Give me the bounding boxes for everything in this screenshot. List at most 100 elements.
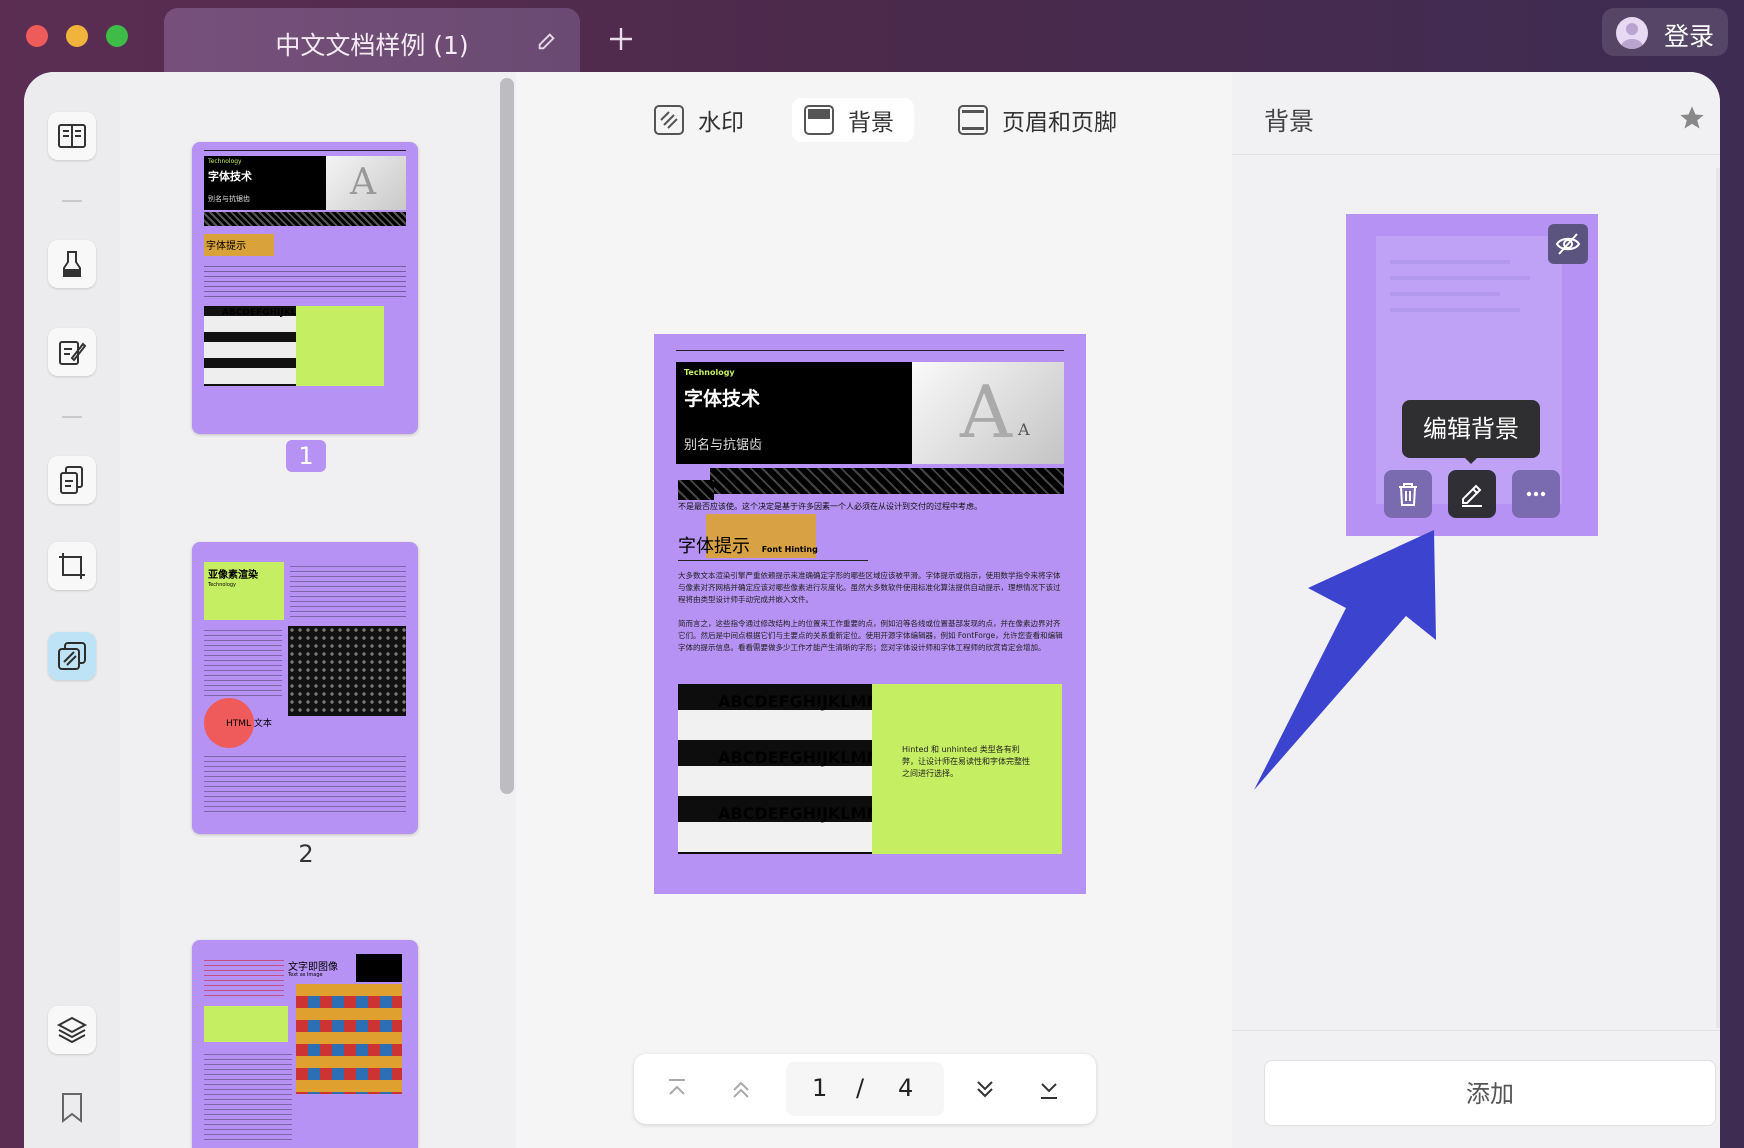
pages-icon [60,466,83,494]
page-paragraph-2: 简而言之，这些指令通过修改结构上的位置来工作重要的点，例如沿等各线或位置基部发现… [678,619,1063,652]
add-background-button[interactable]: 添加 [1264,1060,1716,1126]
thumbnail-page-1[interactable]: Technology 字体技术 别名与抗锯齿 A 字体提示 ABCDEFGHIJ… [192,142,418,434]
layers-stamp-icon [58,642,86,670]
minimize-window-button[interactable] [66,25,88,47]
page-rule [676,350,1064,351]
page-hint-title: 字体提示 Font Hinting [678,532,818,558]
next-page-icon[interactable] [970,1074,1000,1104]
tab-header-footer[interactable]: 页眉和页脚 [946,98,1130,142]
page-subtitle: 别名与抗锯齿 [684,438,763,453]
page-note-text: Hinted 和 unhinted 类型各有利弊，让设计师在易读性和字体完整性之… [902,745,1030,778]
new-tab-plus-icon[interactable] [606,24,636,54]
maximize-window-button[interactable] [106,25,128,47]
page-letter-image: A A [912,362,1064,464]
page-preview: Technology 字体技术 别名与抗锯齿 A A 不是最否应该使。这个决定是… [654,334,1086,894]
page-alphabet-row-3: ABCDEFGHIJKLMNO [718,804,872,823]
thumb3-letters-image [296,984,402,1094]
bookmark-icon[interactable] [60,1092,84,1124]
thumb-kicker: Technology [208,158,242,165]
panel-scrollbar[interactable] [1716,168,1720,1028]
more-options-button[interactable] [1512,470,1560,518]
thumb2-title: 亚像素渲染 [208,570,258,581]
crop-tool-button[interactable] [48,542,96,590]
tab-background[interactable]: 背景 [792,98,914,142]
thumb3-text-block [204,956,284,996]
page-alphabet-row-1: ABCDEFGHIJKLMNO [718,692,872,711]
thumbnail-page-2[interactable]: 亚像素渲染 Technology HTML 文本 [192,542,418,834]
page-paragraph-1: 大多数文本渲染引擎严重依赖提示来准确确定字形的哪些区域应该被平滑。字体提示或指示… [678,571,1061,604]
thumb-alphabet-image: ABCDEFGHIJKLMN [204,306,313,386]
delete-background-button[interactable] [1384,470,1432,518]
header-footer-icon [958,105,988,135]
thumb2-text-block [204,752,406,812]
page-title: 字体技术 [684,388,761,410]
thumb3-lime-box [204,1006,288,1042]
page-number-field[interactable]: 1 / 4 [786,1062,944,1116]
eye-slash-icon [1555,233,1581,255]
edit-background-button[interactable] [1448,470,1496,518]
document-view: 水印 背景 页眉和页脚 Technology 字体技术 别名与抗锯齿 A A 不… [516,72,1232,1148]
thumb2-text-block [290,562,406,620]
trash-icon [1399,483,1417,506]
page-lead-text: 不是最否应该使。这个决定是基于许多因素一个人必须在从设计到交付的过程中考虑。 [678,502,982,511]
page-hint-en: Font Hinting [761,545,818,554]
thumb2-circle-label: HTML 文本 [226,719,272,729]
thumb2-keyboard-image [288,626,406,716]
toolbar-divider [62,200,82,202]
thumb-letter-image: A [326,156,406,210]
page-pattern-block [678,480,714,500]
thumb3-kicker: Text as Image [288,972,323,978]
edit-document-icon [59,341,87,365]
thumb3-text-block [204,1050,292,1140]
hide-background-button[interactable] [1548,224,1588,264]
thumb-title: 字体技术 [208,170,252,183]
main-window: Technology 字体技术 别名与抗锯齿 A 字体提示 ABCDEFGHIJ… [24,72,1720,1148]
document-tab[interactable]: 中文文档样例 (1) [164,8,580,72]
current-page: 1 [812,1074,828,1102]
layers-button[interactable] [48,1006,96,1054]
user-avatar-icon [1616,17,1648,49]
tab-header-footer-label: 页眉和页脚 [1002,110,1117,136]
rename-pencil-icon[interactable] [536,30,558,52]
star-icon[interactable] [1678,104,1706,132]
page-separator: / [856,1074,865,1102]
highlight-tool-button[interactable] [48,240,96,288]
tab-background-label: 背景 [848,110,894,136]
page-alphabet-row-2: ABCDEFGHIJKLMNO [718,748,872,767]
thumb-hint-box: 字体提示 [204,234,274,256]
page-2-number[interactable]: 2 [286,840,326,868]
close-window-button[interactable] [26,25,48,47]
login-button[interactable]: 登录 [1602,8,1728,56]
toolbar-divider [62,416,82,418]
first-page-icon[interactable] [662,1074,692,1104]
tab-watermark[interactable]: 水印 [642,98,754,142]
watermark-background-tool-button[interactable] [48,632,96,680]
total-pages: 4 [898,1074,914,1102]
page-kicker: Technology [684,368,735,377]
last-page-icon[interactable] [1034,1074,1064,1104]
panel-bottom-divider [1232,1030,1720,1031]
tab-title: 中文文档样例 (1) [275,31,469,60]
page-1-number[interactable]: 1 [286,440,326,472]
organize-pages-button[interactable] [48,456,96,504]
thumb3-black-box [356,954,402,982]
reader-tool-button[interactable] [48,112,96,160]
crop-icon [59,553,85,579]
thumbnail-page-3[interactable]: 文字即图像 Text as Image [192,940,418,1148]
thumbnail-scrollbar[interactable] [500,78,514,794]
page-pattern-band [710,468,1064,494]
previous-page-icon[interactable] [726,1074,756,1104]
login-label: 登录 [1664,22,1715,51]
left-toolbar [24,72,120,1148]
pencil-icon [1462,484,1482,507]
panel-divider [1232,154,1720,155]
page-hint-rule [678,560,868,561]
watermark-icon [654,105,684,135]
tab-watermark-label: 水印 [698,110,744,136]
thumb-hero-black: Technology 字体技术 别名与抗锯齿 [204,156,326,210]
thumb2-lime-box: 亚像素渲染 Technology [204,562,284,620]
thumb-pattern-band [204,212,406,226]
edit-tool-button[interactable] [48,328,96,376]
thumb-text-block [204,262,406,300]
layers-icon [56,1016,88,1044]
